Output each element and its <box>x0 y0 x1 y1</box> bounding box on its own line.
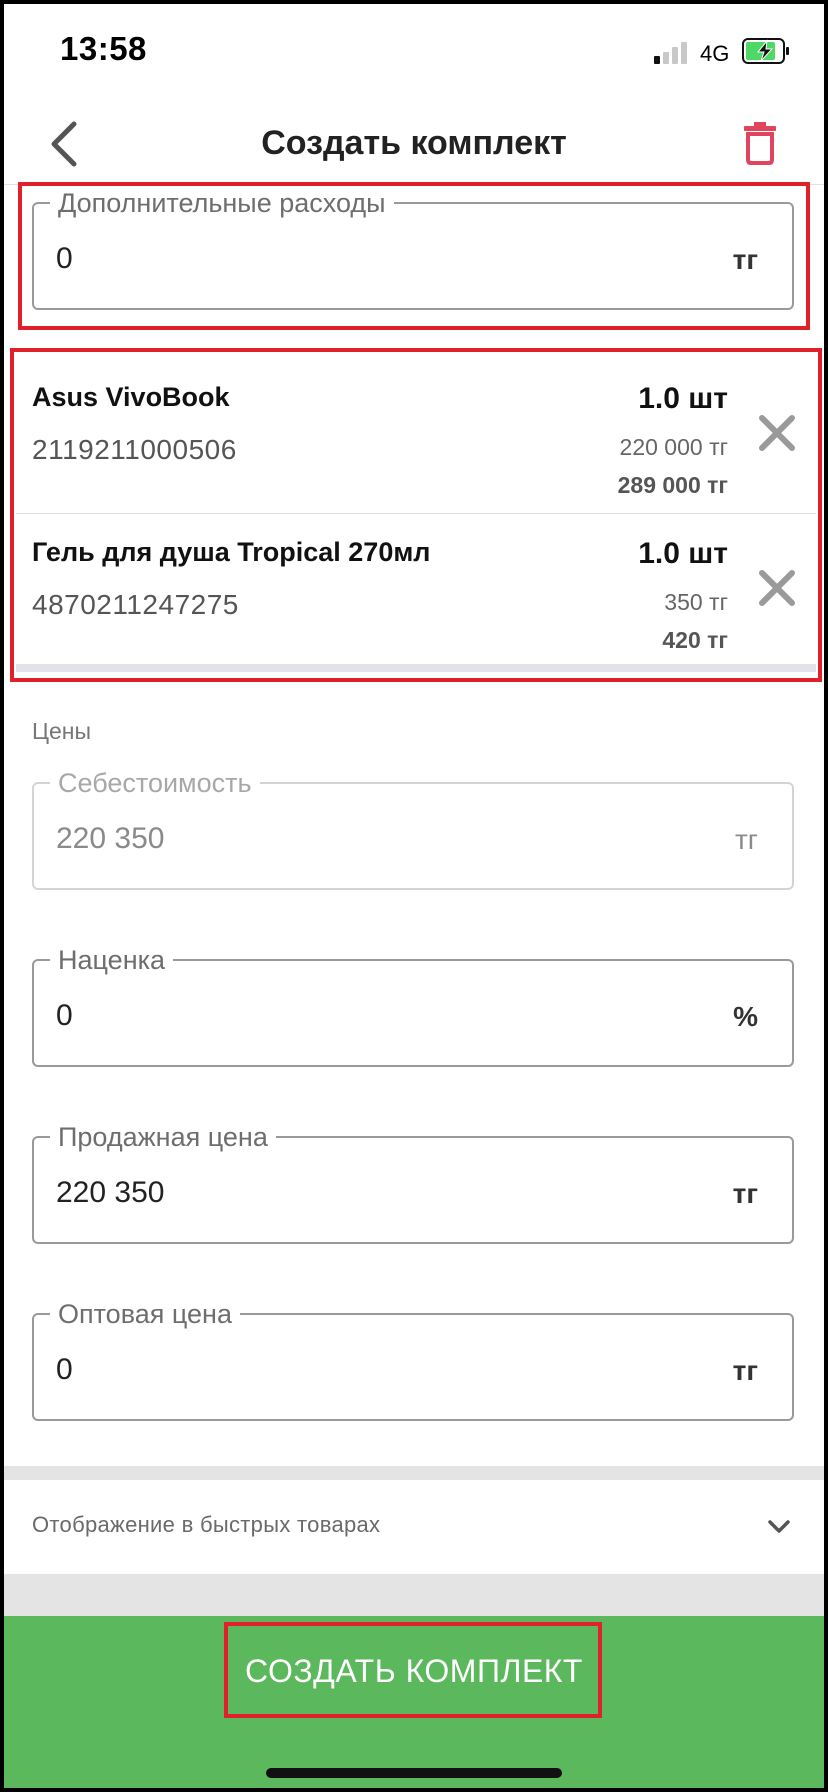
wholesale-price-value: 0 <box>56 1353 73 1386</box>
product-cost: 220 000 тг <box>619 434 728 460</box>
product-price: 420 тг <box>662 627 728 653</box>
product-name: Asus VivoBook <box>32 382 230 412</box>
cost-price-field: Себестоимость 220 350 тг <box>32 766 794 890</box>
network-type: 4G <box>700 41 730 66</box>
nav-bar: Создать комплект <box>4 104 824 184</box>
bottom-bar: СОЗДАТЬ КОМПЛЕКТ <box>4 1616 824 1788</box>
app-screen: 13:58 4G Создать комплект Дополнительные <box>4 4 824 1788</box>
section-divider <box>4 1466 824 1480</box>
product-price: 289 000 тг <box>617 472 728 498</box>
markup-unit: % <box>733 1001 758 1032</box>
sale-price-field[interactable]: Продажная цена 220 350 тг <box>32 1120 794 1244</box>
quick-display-toggle[interactable]: Отображение в быстрых товарах <box>4 1482 824 1574</box>
status-bar: 13:58 4G <box>4 4 824 104</box>
extra-costs-unit: тг <box>732 244 758 275</box>
product-barcode: 4870211247275 <box>32 589 239 620</box>
wholesale-price-field[interactable]: Оптовая цена 0 тг <box>32 1297 794 1421</box>
extra-costs-label: Дополнительные расходы <box>50 186 394 220</box>
product-list: Asus VivoBook 2119211000506 1.0 шт 220 0… <box>16 358 816 672</box>
extra-costs-field[interactable]: Дополнительные расходы 0 тг <box>32 186 794 310</box>
product-quantity: 1.0 шт <box>638 382 728 415</box>
remove-product-icon[interactable] <box>754 410 800 456</box>
create-bundle-button[interactable]: СОЗДАТЬ КОМПЛЕКТ <box>228 1626 600 1716</box>
markup-field[interactable]: Наценка 0 % <box>32 943 794 1067</box>
prices-section-label: Цены <box>32 718 92 744</box>
product-quantity: 1.0 шт <box>638 537 728 570</box>
quick-display-label: Отображение в быстрых товарах <box>32 1512 381 1537</box>
product-row[interactable]: Гель для душа Tropical 270мл 48702112472… <box>16 513 816 668</box>
extra-costs-value: 0 <box>56 242 73 275</box>
cost-price-value: 220 350 <box>56 822 165 855</box>
product-cost: 350 тг <box>664 589 728 615</box>
sale-price-value: 220 350 <box>56 1176 165 1209</box>
trash-icon[interactable] <box>740 118 780 166</box>
section-divider <box>4 1574 824 1616</box>
chevron-down-icon <box>768 1520 790 1533</box>
home-indicator <box>266 1768 562 1778</box>
markup-value: 0 <box>56 999 73 1032</box>
status-time: 13:58 <box>60 30 147 67</box>
cost-price-label: Себестоимость <box>50 766 260 800</box>
product-barcode: 2119211000506 <box>32 434 237 465</box>
page-title: Создать комплект <box>261 124 567 162</box>
wholesale-price-unit: тг <box>732 1355 758 1386</box>
sale-price-label: Продажная цена <box>50 1120 276 1154</box>
product-row[interactable]: Asus VivoBook 2119211000506 1.0 шт 220 0… <box>16 358 816 514</box>
sale-price-unit: тг <box>732 1178 758 1209</box>
remove-product-icon[interactable] <box>754 565 800 611</box>
wholesale-price-label: Оптовая цена <box>50 1297 240 1331</box>
product-name: Гель для душа Tropical 270мл <box>32 537 431 567</box>
cost-price-unit: тг <box>734 824 758 855</box>
battery-charging-icon <box>742 38 789 64</box>
markup-label: Наценка <box>50 943 174 977</box>
nav-divider <box>4 184 824 185</box>
signal-strength-icon <box>654 40 690 64</box>
